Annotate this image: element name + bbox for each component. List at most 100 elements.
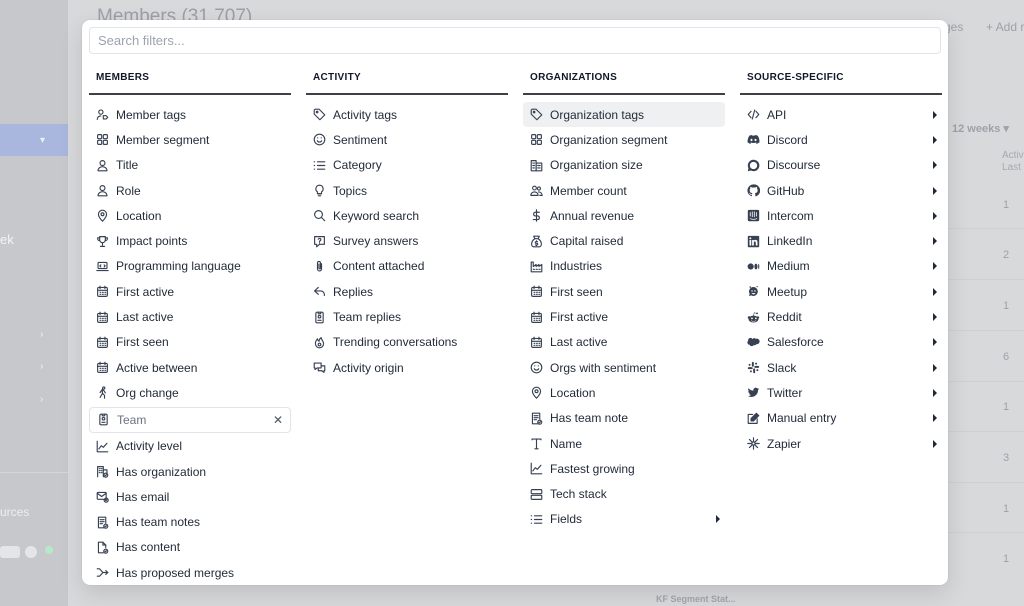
filter-option-organization-segment[interactable]: Organization segment	[523, 127, 725, 152]
column-title: Activ	[1002, 150, 1024, 161]
filter-option-has-email[interactable]: Has email	[89, 484, 291, 509]
filter-option-meetup[interactable]: Meetup	[740, 279, 942, 304]
filter-option-tech-stack[interactable]: Tech stack	[523, 481, 725, 506]
search-filters-input[interactable]	[89, 27, 941, 54]
filter-option-zapier[interactable]: Zapier	[740, 431, 942, 456]
filter-option-keyword-search[interactable]: Keyword search	[306, 203, 508, 228]
filter-option-label: Activity origin	[333, 360, 404, 375]
filter-option-has-team-note[interactable]: Has team note	[523, 406, 725, 431]
filter-option-capital-raised[interactable]: Capital raised	[523, 228, 725, 253]
filter-option-api[interactable]: API	[740, 102, 942, 127]
filter-option-label: Last active	[116, 310, 174, 325]
filter-option-last-active[interactable]: Last active	[89, 304, 291, 329]
chevron-right-icon[interactable]: ›	[40, 329, 43, 340]
filter-option-programming-language[interactable]: Programming language	[89, 254, 291, 279]
filter-option-org-change[interactable]: Org change	[89, 380, 291, 405]
filter-option-discourse[interactable]: Discourse	[740, 153, 942, 178]
filter-option-team-replies[interactable]: Team replies	[306, 304, 508, 329]
sidebar-item-active[interactable]	[0, 124, 68, 156]
filter-option-name[interactable]: Name	[523, 431, 725, 456]
filter-option-discord[interactable]: Discord	[740, 127, 942, 152]
filter-option-location[interactable]: Location	[523, 380, 725, 405]
filter-option-salesforce[interactable]: Salesforce	[740, 330, 942, 355]
filter-option-content-attached[interactable]: Content attached	[306, 254, 508, 279]
filter-option-active-between[interactable]: Active between	[89, 355, 291, 380]
filter-option-topics[interactable]: Topics	[306, 178, 508, 203]
chevron-down-icon[interactable]: ▾	[40, 135, 45, 146]
filter-column-source-specific: Source-specific API Discord Discourse GitHub…	[740, 64, 942, 456]
filter-option-first-active[interactable]: First active	[523, 304, 725, 329]
filter-option-location[interactable]: Location	[89, 203, 291, 228]
code-icon	[747, 108, 760, 121]
chevron-right-icon	[933, 388, 937, 397]
search-icon	[313, 209, 326, 222]
filter-option-first-active[interactable]: First active	[89, 279, 291, 304]
table-row	[948, 431, 1024, 432]
filter-option-last-active[interactable]: Last active	[523, 330, 725, 355]
filter-option-activity-origin[interactable]: Activity origin	[306, 355, 508, 380]
filter-option-label: Organization segment	[550, 132, 668, 147]
filter-option-impact-points[interactable]: Impact points	[89, 228, 291, 253]
filter-option-label: Sentiment	[333, 132, 388, 147]
filter-option-activity-level[interactable]: Activity level	[89, 434, 291, 459]
filter-option-trending-conversations[interactable]: Trending conversations	[306, 330, 508, 355]
filter-option-reddit[interactable]: Reddit	[740, 304, 942, 329]
filter-option-label: Active between	[116, 360, 198, 375]
filter-option-member-segment[interactable]: Member segment	[89, 127, 291, 152]
filter-option-organization-size[interactable]: Organization size	[523, 153, 725, 178]
filter-option-github[interactable]: GitHub	[740, 178, 942, 203]
filter-option-label: Name	[550, 436, 583, 451]
filter-option-first-seen[interactable]: First seen	[89, 330, 291, 355]
chat-icon	[313, 361, 326, 374]
filter-option-orgs-with-sentiment[interactable]: Orgs with sentiment	[523, 355, 725, 380]
filter-option-label: Survey answers	[333, 234, 419, 249]
close-icon[interactable]: ✕	[273, 413, 283, 427]
filter-option-label: Capital raised	[550, 234, 624, 249]
filter-option-title[interactable]: Title	[89, 153, 291, 178]
filter-option-intercom[interactable]: Intercom	[740, 203, 942, 228]
filter-option-member-count[interactable]: Member count	[523, 178, 725, 203]
filter-option-twitter[interactable]: Twitter	[740, 380, 942, 405]
filter-option-has-proposed-merges[interactable]: Has proposed merges	[89, 560, 291, 585]
filter-option-activity-tags[interactable]: Activity tags	[306, 102, 508, 127]
filter-option-fields[interactable]: Fields	[523, 507, 725, 532]
filter-option-label: Discourse	[767, 158, 821, 173]
filter-option-has-organization[interactable]: Has organization	[89, 459, 291, 484]
chevron-right-icon[interactable]: ›	[40, 394, 43, 405]
chart-line-icon	[96, 440, 109, 453]
segment-status-label: KF Segment Stat...	[656, 594, 736, 604]
chevron-right-icon	[933, 338, 937, 347]
filter-option-category[interactable]: Category	[306, 153, 508, 178]
filter-option-sentiment[interactable]: Sentiment	[306, 127, 508, 152]
filter-option-fastest-growing[interactable]: Fastest growing	[523, 456, 725, 481]
sidebar-item-label[interactable]: ek	[0, 232, 14, 247]
table-cell: 2	[1003, 249, 1010, 261]
column-header[interactable]: Activ Last	[1002, 150, 1024, 174]
filter-option-member-tags[interactable]: Member tags	[89, 102, 291, 127]
chevron-right-icon	[933, 439, 937, 448]
filter-option-role[interactable]: Role	[89, 178, 291, 203]
filter-option-annual-revenue[interactable]: Annual revenue	[523, 203, 725, 228]
chevron-right-icon	[933, 237, 937, 246]
chevron-right-icon[interactable]: ›	[40, 361, 43, 372]
selected-filter-team[interactable]: Team ✕	[89, 406, 291, 433]
filter-option-manual-entry[interactable]: Manual entry	[740, 406, 942, 431]
filter-option-label: Has team notes	[116, 515, 201, 530]
filter-option-industries[interactable]: Industries	[523, 254, 725, 279]
paperclip-icon	[313, 260, 326, 273]
location-pin-icon	[530, 386, 543, 400]
filter-option-linkedin[interactable]: LinkedIn	[740, 228, 942, 253]
filter-option-organization-tags[interactable]: Organization tags	[523, 102, 725, 128]
filter-option-first-seen[interactable]: First seen	[523, 279, 725, 304]
time-filter[interactable]: 12 weeks ▾	[952, 122, 1009, 135]
filter-option-survey-answers[interactable]: Survey answers	[306, 228, 508, 253]
filter-option-label: Zapier	[767, 436, 802, 451]
filter-option-has-team-notes[interactable]: Has team notes	[89, 509, 291, 534]
filter-option-medium[interactable]: Medium	[740, 254, 942, 279]
sources-label[interactable]: urces	[0, 505, 29, 519]
filter-option-replies[interactable]: Replies	[306, 279, 508, 304]
filter-option-slack[interactable]: Slack	[740, 355, 942, 380]
filter-option-has-content[interactable]: Has content	[89, 535, 291, 560]
table-cell: 1	[1003, 503, 1010, 515]
add-member-button[interactable]: + Add r	[986, 20, 1024, 34]
